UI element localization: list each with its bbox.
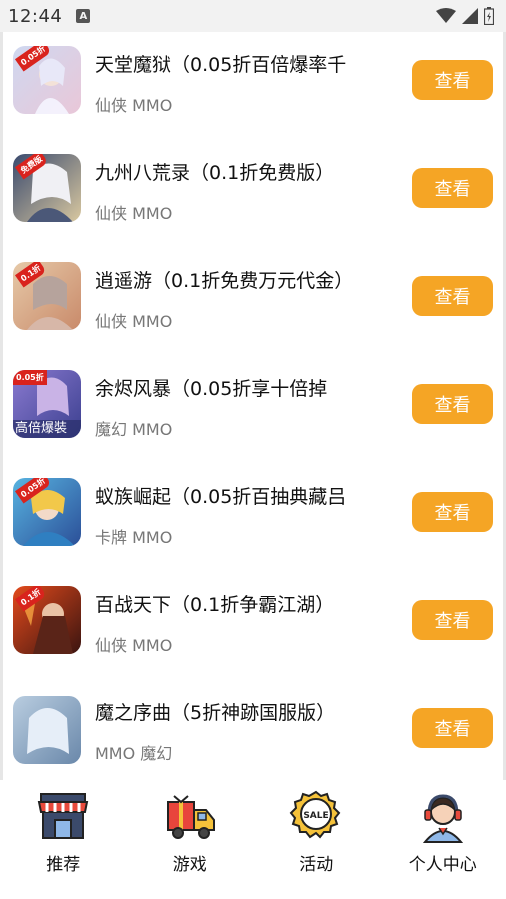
view-button[interactable]: 查看 bbox=[412, 60, 493, 100]
bottom-nav: 推荐 游戏 SALE 活动 个人中心 bbox=[0, 780, 506, 899]
notification-icon: A bbox=[76, 9, 91, 23]
game-art-icon bbox=[13, 696, 81, 764]
svg-text:SALE: SALE bbox=[304, 811, 329, 821]
game-tags: 仙侠 MMO bbox=[95, 204, 173, 223]
view-button[interactable]: 查看 bbox=[412, 168, 493, 208]
battery-icon bbox=[484, 7, 494, 25]
status-time: 12:44 bbox=[8, 5, 63, 27]
game-tags: MMO 魔幻 bbox=[95, 744, 173, 763]
list-item[interactable]: 免费版 九州八荒录（0.1折免费版） 仙侠 MMO 查看 bbox=[0, 140, 506, 248]
nav-label: 个人中心 bbox=[408, 855, 477, 875]
nav-item-profile[interactable]: 个人中心 bbox=[388, 788, 498, 875]
game-list[interactable]: 0.05折 天堂魔狱（0.05折百倍爆率千 仙侠 MMO 查看 免费版 九州八荒… bbox=[0, 32, 506, 780]
view-button[interactable]: 查看 bbox=[412, 492, 493, 532]
customer-service-icon bbox=[422, 794, 463, 843]
game-icon[interactable]: 0.1折 bbox=[13, 586, 81, 654]
list-item[interactable]: 0.1折 百战天下（0.1折争霸江湖） 仙侠 MMO 查看 bbox=[0, 572, 506, 680]
game-title[interactable]: 魔之序曲（5折神跡国服版） bbox=[95, 698, 395, 725]
sale-badge-icon: SALE bbox=[289, 790, 341, 839]
game-tags: 卡牌 MMO bbox=[95, 528, 173, 547]
list-border-left bbox=[0, 32, 3, 780]
wifi-icon bbox=[436, 8, 456, 23]
list-item[interactable]: 0.05折 高倍爆裝 余烬风暴（0.05折享十倍掉 魔幻 MMO 查看 bbox=[0, 356, 506, 464]
game-title[interactable]: 百战天下（0.1折争霸江湖） bbox=[95, 590, 395, 617]
nav-item-games[interactable]: 游戏 bbox=[135, 788, 245, 875]
nav-label: 活动 bbox=[299, 855, 334, 875]
nav-item-recommend[interactable]: 推荐 bbox=[8, 788, 118, 875]
view-button[interactable]: 查看 bbox=[412, 384, 493, 424]
game-tags: 仙侠 MMO bbox=[95, 312, 173, 331]
game-title[interactable]: 余烬风暴（0.05折享十倍掉 bbox=[95, 374, 395, 401]
promo-caption: 高倍爆裝 bbox=[15, 421, 68, 436]
game-icon[interactable]: 免费版 bbox=[13, 154, 81, 222]
delivery-truck-icon bbox=[166, 795, 215, 839]
nav-label: 游戏 bbox=[172, 855, 207, 875]
game-tags: 仙侠 MMO bbox=[95, 96, 173, 115]
game-icon[interactable]: 0.05折 bbox=[13, 46, 81, 114]
view-button[interactable]: 查看 bbox=[412, 708, 493, 748]
list-item[interactable]: 0.05折 天堂魔狱（0.05折百倍爆率千 仙侠 MMO 查看 bbox=[0, 32, 506, 140]
game-tags: 魔幻 MMO bbox=[95, 420, 173, 439]
game-tags: 仙侠 MMO bbox=[95, 636, 173, 655]
status-icons bbox=[436, 7, 494, 25]
nav-label: 推荐 bbox=[46, 855, 81, 875]
list-item[interactable]: 魔之序曲（5折神跡国服版） MMO 魔幻 查看 bbox=[0, 680, 506, 780]
game-icon[interactable] bbox=[13, 696, 81, 764]
list-item[interactable]: 0.1折 逍遥游（0.1折免费万元代金） 仙侠 MMO 查看 bbox=[0, 248, 506, 356]
list-item[interactable]: 0.05折 蚁族崛起（0.05折百抽典藏吕 卡牌 MMO 查看 bbox=[0, 464, 506, 572]
game-icon[interactable]: 0.1折 bbox=[13, 262, 81, 330]
view-button[interactable]: 查看 bbox=[412, 276, 493, 316]
status-bar: 12:44 A bbox=[0, 0, 506, 32]
game-title[interactable]: 九州八荒录（0.1折免费版） bbox=[95, 158, 395, 185]
game-title[interactable]: 逍遥游（0.1折免费万元代金） bbox=[95, 266, 395, 293]
view-button[interactable]: 查看 bbox=[412, 600, 493, 640]
nav-item-events[interactable]: SALE 活动 bbox=[261, 788, 371, 875]
discount-badge: 0.05折 bbox=[13, 370, 47, 385]
store-icon bbox=[38, 793, 89, 839]
game-title[interactable]: 蚁族崛起（0.05折百抽典藏吕 bbox=[95, 482, 395, 509]
game-icon[interactable]: 0.05折 高倍爆裝 bbox=[13, 370, 81, 438]
game-icon[interactable]: 0.05折 bbox=[13, 478, 81, 546]
game-title[interactable]: 天堂魔狱（0.05折百倍爆率千 bbox=[95, 50, 395, 77]
signal-icon bbox=[462, 8, 478, 24]
